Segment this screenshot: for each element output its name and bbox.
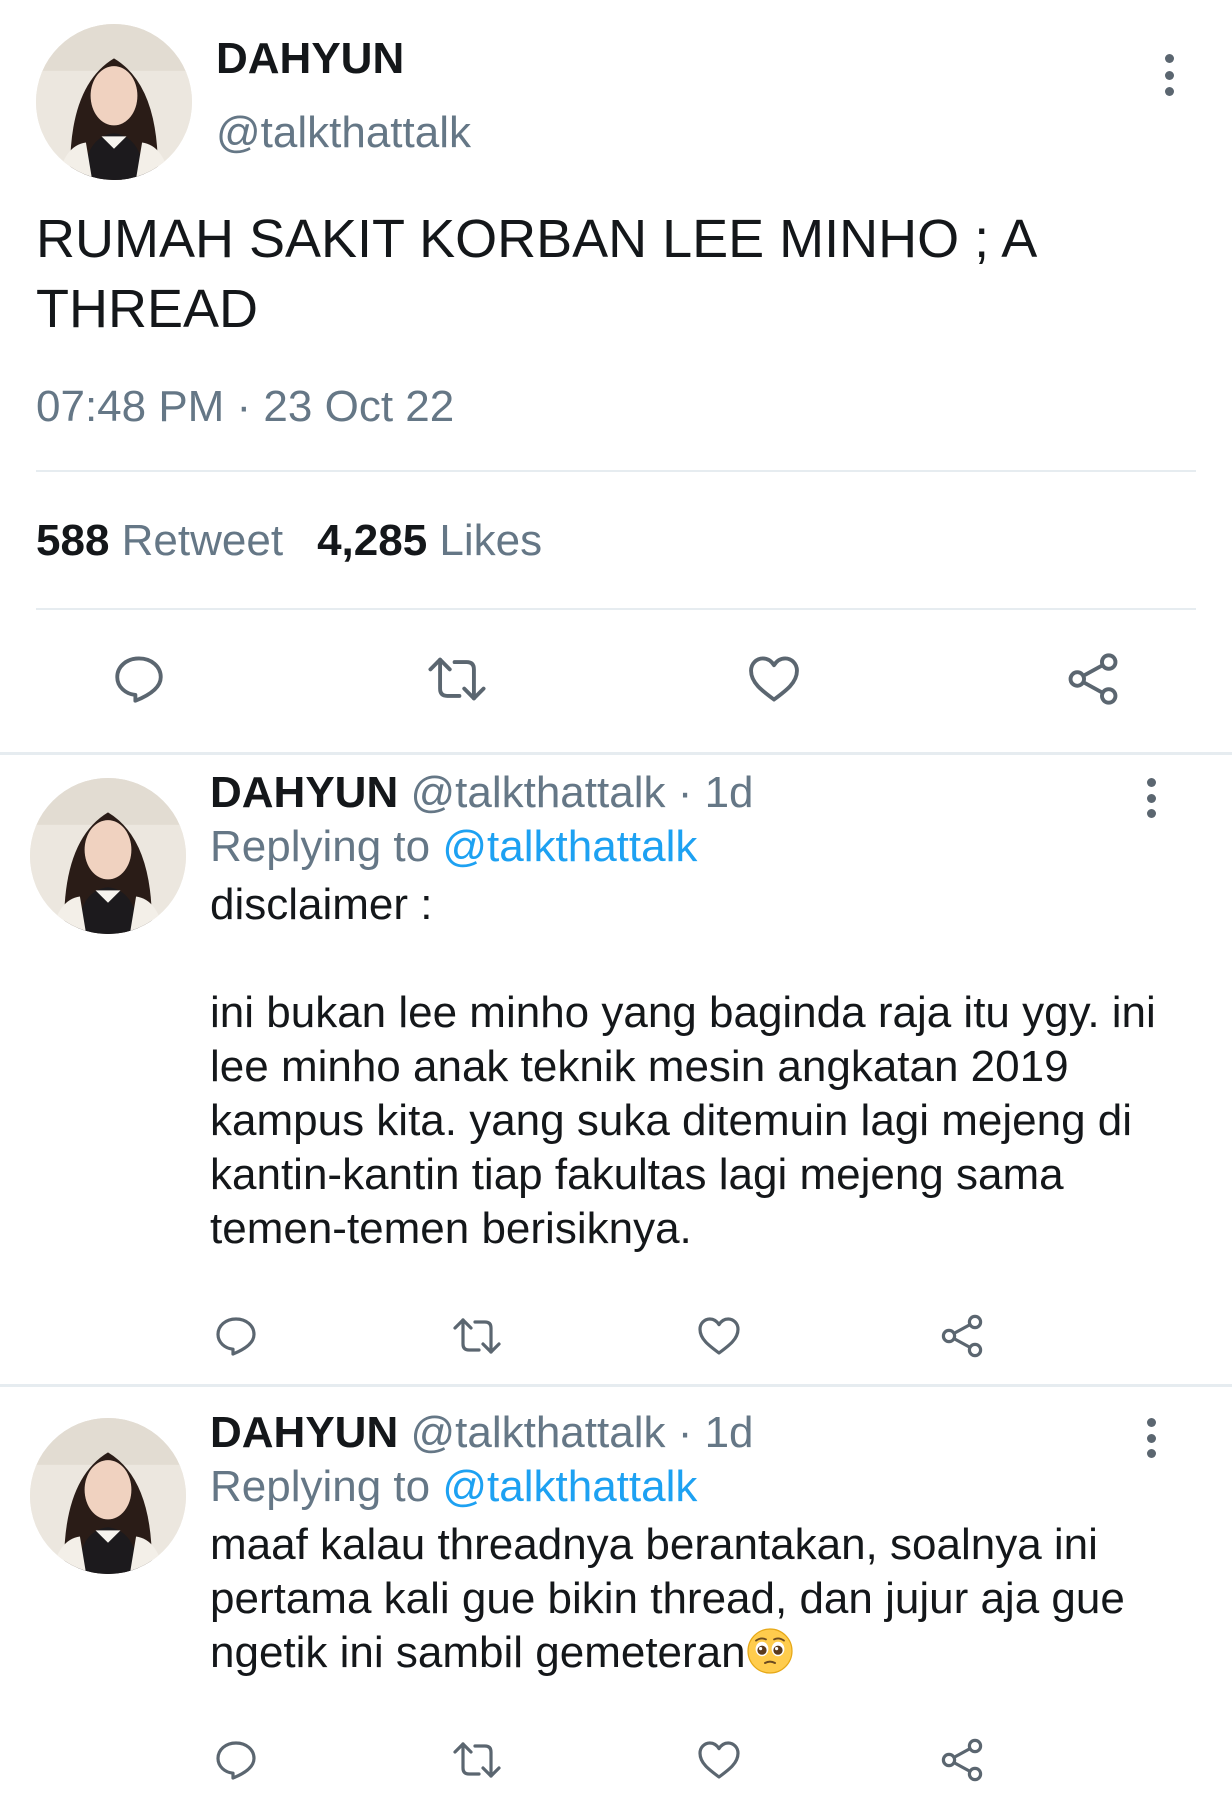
avatar[interactable] [30,1418,186,1574]
retweet-label[interactable]: Retweet [122,516,283,565]
tweet-thread-page: DAHYUN @talkthattalk RUMAH SAKIT KORBAN … [0,0,1232,1819]
reply-icon[interactable] [212,1736,260,1784]
display-name[interactable]: DAHYUN [210,1408,398,1457]
more-vertical-icon[interactable] [1141,778,1161,818]
reply-text-container: maaf kalau threadnya berantakan, soalnya… [210,1518,1170,1680]
separator [0,1384,1232,1387]
share-icon[interactable] [938,1312,986,1360]
like-label[interactable]: Likes [439,516,542,565]
display-name[interactable]: DAHYUN [216,34,404,84]
avatar-photo [36,24,192,180]
heart-icon[interactable] [744,650,804,708]
divider [36,470,1196,472]
reply-header: DAHYUN @talkthattalk · 1d [210,1408,754,1458]
display-name[interactable]: DAHYUN [210,768,398,817]
tweet-age: · 1d [677,1408,754,1457]
reply-text: maaf kalau threadnya berantakan, soalnya… [210,1520,1125,1677]
replying-to-label: Replying to [210,822,431,871]
retweet-icon[interactable] [448,1736,506,1784]
tweet-stats: 588 Retweet 4,285 Likes [36,516,542,566]
tweet-age: · 1d [677,768,754,817]
reply-icon[interactable] [212,1312,260,1360]
user-handle[interactable]: @talkthattalk [410,768,665,817]
retweet-icon[interactable] [448,1312,506,1360]
reply-tweet[interactable]: DAHYUN @talkthattalk · 1d Replying to @t… [0,1396,1232,1816]
replying-to-link[interactable]: @talkthattalk [442,1462,697,1511]
retweet-icon[interactable] [422,650,492,708]
more-vertical-icon[interactable] [1159,54,1179,96]
replying-to-label: Replying to [210,1462,431,1511]
reply-header: DAHYUN @talkthattalk · 1d [210,768,754,818]
reply-tweet[interactable]: DAHYUN @talkthattalk · 1d Replying to @t… [0,756,1232,1381]
separator [0,752,1232,755]
divider [36,608,1196,610]
main-tweet: DAHYUN @talkthattalk RUMAH SAKIT KORBAN … [0,0,1232,752]
user-handle[interactable]: @talkthattalk [216,108,471,158]
user-handle[interactable]: @talkthattalk [410,1408,665,1457]
like-count[interactable]: 4,285 [317,516,427,565]
share-icon[interactable] [938,1736,986,1784]
share-icon[interactable] [1064,650,1122,708]
reply-text: disclaimer : ini bukan lee minho yang ba… [210,880,1156,1253]
replying-to: Replying to @talkthattalk [210,822,697,872]
heart-icon[interactable] [694,1736,744,1784]
replying-to-link[interactable]: @talkthattalk [442,822,697,871]
pleading-face-emoji [746,1627,794,1675]
tweet-text: RUMAH SAKIT KORBAN LEE MINHO ; A THREAD [36,209,1035,339]
avatar[interactable] [30,778,186,934]
more-vertical-icon[interactable] [1141,1418,1161,1458]
reply-icon[interactable] [110,650,168,708]
tweet-timestamp[interactable]: 07:48 PM · 23 Oct 22 [36,382,454,432]
retweet-count[interactable]: 588 [36,516,109,565]
replying-to: Replying to @talkthattalk [210,1462,697,1512]
avatar[interactable] [36,24,192,180]
avatar-photo [30,778,186,934]
avatar-photo [30,1418,186,1574]
heart-icon[interactable] [694,1312,744,1360]
